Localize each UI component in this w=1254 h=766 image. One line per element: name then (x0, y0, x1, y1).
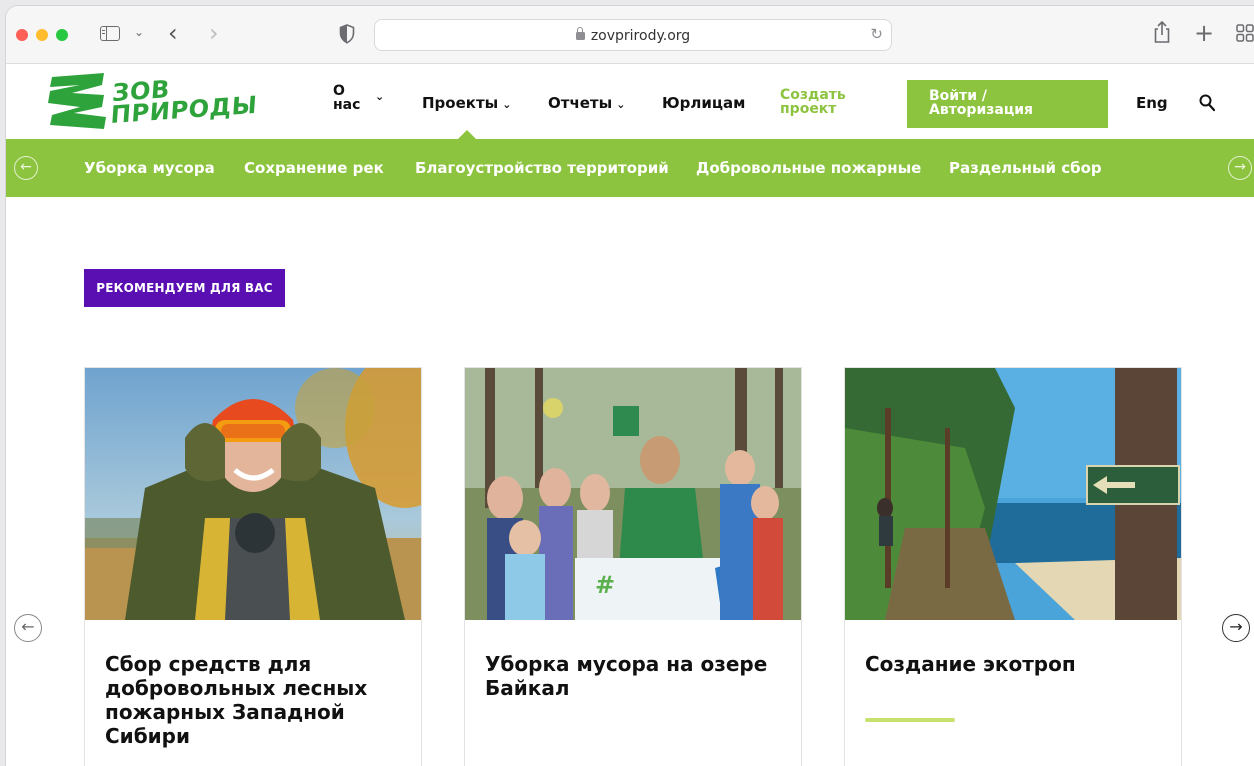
project-card[interactable]: Создание экотроп (844, 367, 1182, 766)
project-card-title[interactable]: Уборка мусора на озере Байкал (485, 652, 785, 700)
nav-projects-label: Проекты (422, 94, 499, 112)
browser-toolbar: ⌄ ‹ › zovprirody.org ↻ + (6, 6, 1254, 64)
nav-projects[interactable]: Проекты ⌄ (422, 94, 511, 112)
category-rivers[interactable]: Сохранение рек (244, 159, 384, 177)
chevron-down-icon: ⌄ (375, 90, 385, 103)
carousel-prev-arrow-icon[interactable]: ← (14, 614, 42, 642)
forward-button[interactable]: › (209, 19, 219, 47)
login-button[interactable]: Войти / Авторизация (907, 80, 1108, 128)
site-logo[interactable]: ЗОВ ПРИРОДЫ (46, 71, 266, 133)
browser-window: ⌄ ‹ › zovprirody.org ↻ + ЗОВ ПРИРОДЫ О н… (6, 6, 1254, 766)
chevron-down-icon[interactable]: ⌄ (134, 25, 144, 39)
logo-text: ЗОВ ПРИРОДЫ (109, 72, 260, 130)
progress-bar-fill (865, 718, 955, 722)
site-header: ЗОВ ПРИРОДЫ О нас ⌄ Проекты ⌄ Отчеты ⌄ Юрл… (6, 64, 1254, 138)
share-icon[interactable] (1152, 20, 1172, 44)
url-text: zovprirody.org (590, 28, 691, 44)
reload-icon[interactable]: ↻ (870, 25, 883, 43)
address-bar[interactable]: zovprirody.org ↻ (374, 19, 892, 51)
recommended-badge: РЕКОМЕНДУЕМ ДЛЯ ВАС (84, 269, 285, 307)
project-card-title[interactable]: Создание экотроп (865, 652, 1165, 676)
nav-about-line-1: О (333, 83, 345, 99)
back-button[interactable]: ‹ (168, 19, 178, 47)
nav-reports-label: Отчеты (548, 94, 613, 112)
chevron-down-icon: ⌄ (616, 98, 626, 111)
language-switch[interactable]: Eng (1136, 94, 1168, 112)
category-waste-cleanup[interactable]: Уборка мусора (84, 159, 215, 177)
login-line-2: Авторизация (929, 102, 1034, 118)
project-card-title[interactable]: Сбор средств для добровольных лесных пож… (105, 652, 405, 748)
category-bar: ← Уборка мусора Сохранение рек Благоустр… (6, 139, 1254, 197)
close-window-button[interactable] (16, 29, 28, 41)
create-project-link[interactable]: Создать проект (780, 88, 846, 116)
svg-text:#: # (595, 571, 615, 599)
login-line-1: Войти / (929, 88, 988, 104)
active-nav-indicator (458, 130, 476, 139)
search-icon[interactable] (1199, 94, 1215, 112)
logo-mark-icon (48, 73, 106, 129)
funding-progress (865, 718, 1165, 724)
nav-legal[interactable]: Юрлицам (662, 94, 745, 112)
project-card[interactable]: Сбор средств для добровольных лесных пож… (84, 367, 422, 766)
category-next-arrow-icon[interactable]: → (1228, 156, 1252, 180)
category-volunteer-firefighters[interactable]: Добровольные пожарные (696, 159, 921, 177)
logo-line-2: ПРИРОДЫ (109, 90, 259, 130)
new-tab-icon[interactable]: + (1194, 19, 1214, 47)
sidebar-toggle-icon[interactable] (100, 26, 120, 41)
zoom-window-button[interactable] (56, 29, 68, 41)
create-project-line-2: проект (780, 101, 837, 117)
project-card-image (845, 368, 1181, 620)
carousel-next-arrow-icon[interactable]: → (1222, 614, 1250, 642)
project-card-image: # (465, 368, 801, 620)
privacy-shield-icon[interactable] (339, 24, 355, 44)
project-card[interactable]: # Уборка мусора на озере Байкал (464, 367, 802, 766)
create-project-line-1: Создать (780, 87, 846, 103)
category-landscaping[interactable]: Благоустройство территорий (415, 159, 669, 177)
nav-legal-label: Юрлицам (662, 94, 746, 112)
lock-icon (575, 27, 585, 40)
url-display: zovprirody.org (375, 27, 891, 44)
project-card-image (85, 368, 421, 620)
category-prev-arrow-icon[interactable]: ← (14, 156, 38, 180)
minimize-window-button[interactable] (36, 29, 48, 41)
chevron-down-icon: ⌄ (502, 98, 512, 111)
tab-overview-icon[interactable] (1236, 24, 1254, 42)
nav-about-line-2: нас (333, 97, 361, 113)
nav-reports[interactable]: Отчеты ⌄ (548, 94, 625, 112)
category-separate-collection[interactable]: Раздельный сбор (949, 159, 1102, 177)
